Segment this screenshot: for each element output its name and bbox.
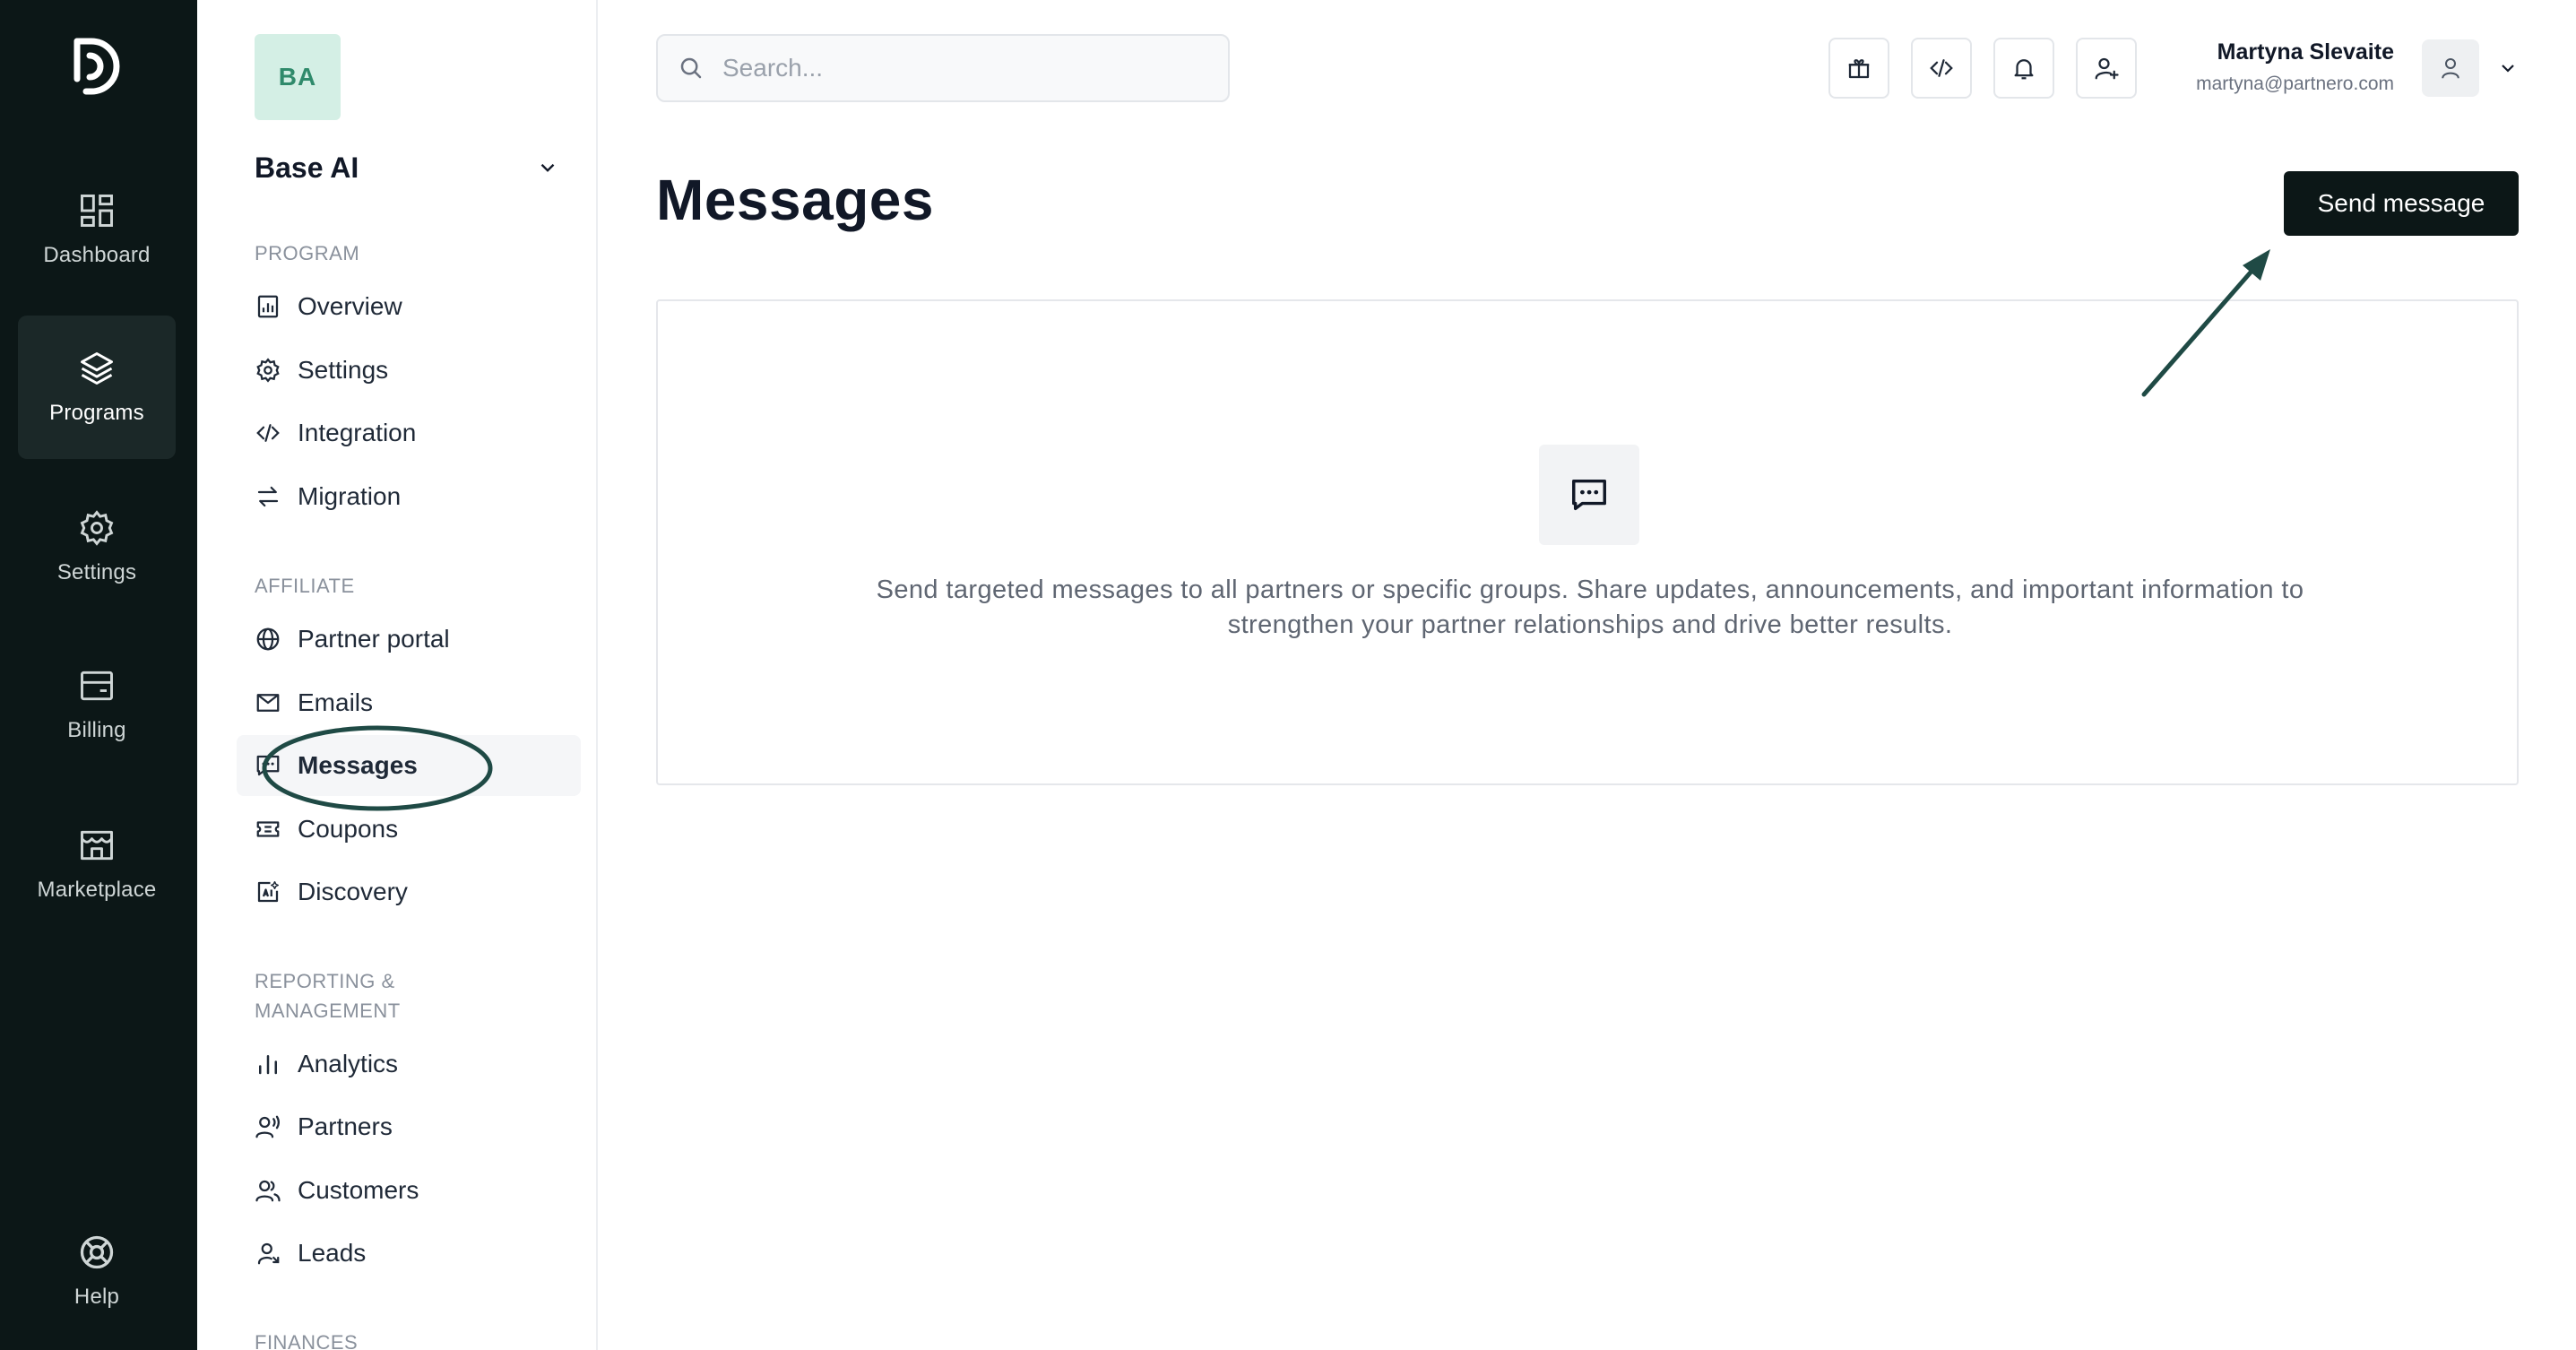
send-message-button[interactable]: Send message (2284, 171, 2519, 236)
rail-label-billing: Billing (67, 718, 126, 742)
user-name: Martyna Slevaite (2217, 39, 2394, 65)
search-bar[interactable] (656, 34, 1230, 102)
user-plus-icon (2095, 57, 2119, 80)
sidebar-item-emails[interactable]: Emails (237, 672, 581, 733)
page-title: Messages (656, 168, 934, 232)
user-arrow-icon (257, 1242, 280, 1265)
sidebar-item-integration[interactable]: Integration (237, 402, 581, 463)
rail-label-programs: Programs (49, 401, 144, 425)
ai-image-icon (257, 881, 279, 903)
message-icon (256, 755, 280, 776)
sidebar-item-label: Emails (298, 688, 374, 716)
annotation-arrow-head (2243, 249, 2270, 281)
sidebar-item-leads[interactable]: Leads (237, 1223, 581, 1284)
sidebar-item-customers[interactable]: Customers (237, 1160, 581, 1221)
gift-icon (1848, 59, 1870, 79)
org-switcher[interactable]: Base AI (255, 148, 559, 187)
globe-icon (256, 627, 280, 651)
rail-item-settings[interactable]: Settings (18, 475, 176, 619)
rail-label-help: Help (73, 1285, 120, 1309)
sidebar-item-label: Discovery (298, 878, 408, 905)
section-label-affiliate: AFFILIATE (255, 575, 355, 597)
org-name: Base AI (255, 151, 359, 184)
sidebar-item-label: Leads (298, 1239, 367, 1267)
sidebar-item-label: Customers (298, 1176, 419, 1204)
sidebar-item-label: Partners (298, 1112, 393, 1140)
user-icon (2442, 58, 2459, 79)
gear-icon (256, 358, 280, 383)
sidebar-item-settings[interactable]: Settings (237, 340, 581, 401)
section-label-finances: FINANCES (255, 1331, 359, 1350)
sidebar-item-overview[interactable]: Overview (237, 276, 581, 337)
message-icon (1572, 479, 1606, 511)
gift-button[interactable] (1828, 38, 1889, 99)
ticket-icon (256, 821, 280, 837)
sidebar-item-discovery[interactable]: Discovery (237, 861, 581, 922)
sidebar-item-partner-portal[interactable]: Partner portal (237, 609, 581, 670)
section-label-reporting: REPORTING & MANAGEMENT (255, 970, 401, 1022)
sidebar-item-messages[interactable]: Messages (237, 735, 581, 796)
primary-rail: Dashboard Programs Settings Billing Mark… (0, 0, 197, 1350)
user-broadcast-icon (255, 1115, 280, 1138)
sidebar-item-label: Migration (298, 482, 402, 510)
sidebar-item-label: Overview (298, 292, 402, 320)
chevron-down-icon (540, 163, 555, 172)
bar-chart-icon (259, 1055, 277, 1075)
section-label-program: PROGRAM (255, 242, 360, 264)
sidebar-item-coupons[interactable]: Coupons (237, 799, 581, 860)
developer-button[interactable] (1911, 38, 1972, 99)
invite-user-button[interactable] (2076, 38, 2137, 99)
mail-icon (256, 694, 280, 712)
gear-icon (80, 510, 114, 546)
sidebar-item-label: Integration (298, 419, 417, 446)
search-icon (680, 57, 702, 79)
arrows-swap-icon (257, 486, 279, 507)
sidebar-item-label: Coupons (298, 815, 399, 843)
rail-label-settings: Settings (56, 560, 137, 584)
org-avatar[interactable]: BA (255, 34, 341, 120)
program-sidebar: BA Base AI PROGRAM Overview Settings Int… (197, 0, 598, 1350)
sidebar-item-migration[interactable]: Migration (237, 466, 581, 527)
chart-report-icon (257, 295, 279, 318)
sidebar-item-label: Analytics (298, 1050, 399, 1077)
rail-item-programs[interactable]: Programs (18, 316, 176, 459)
bell-icon (2014, 59, 2034, 80)
users-icon (255, 1180, 281, 1202)
notifications-button[interactable] (1993, 38, 2054, 99)
store-icon (81, 830, 113, 861)
partnero-logo[interactable] (70, 32, 125, 100)
lifebuoy-icon (80, 1235, 114, 1269)
code-icon (1930, 59, 1953, 77)
sidebar-item-label: Partner portal (298, 625, 450, 653)
rail-item-marketplace[interactable]: Marketplace (18, 792, 176, 936)
sidebar-item-label: Messages (298, 751, 418, 779)
user-avatar[interactable] (2422, 39, 2479, 97)
rail-label-marketplace: Marketplace (37, 878, 157, 902)
rail-item-billing[interactable]: Billing (18, 633, 176, 776)
empty-state-card: Send targeted messages to all partners o… (656, 299, 2519, 785)
code-icon (256, 424, 280, 442)
sidebar-item-label: Settings (298, 356, 389, 384)
rail-item-help[interactable]: Help (18, 1199, 176, 1343)
dashboard-icon (81, 195, 113, 227)
sidebar-item-partners[interactable]: Partners (237, 1096, 581, 1157)
billing-icon (81, 671, 113, 701)
empty-state-icon-box (1539, 445, 1639, 545)
rail-label-dashboard: Dashboard (43, 243, 151, 267)
layers-icon (81, 352, 113, 385)
rail-item-dashboard[interactable]: Dashboard (18, 158, 176, 301)
chevron-down-icon[interactable] (2497, 57, 2519, 79)
sidebar-item-analytics[interactable]: Analytics (237, 1034, 581, 1095)
empty-state-description: Send targeted messages to all partners o… (876, 575, 2304, 639)
user-email: martyna@partnero.com (2196, 74, 2394, 94)
search-input[interactable] (722, 54, 1189, 82)
